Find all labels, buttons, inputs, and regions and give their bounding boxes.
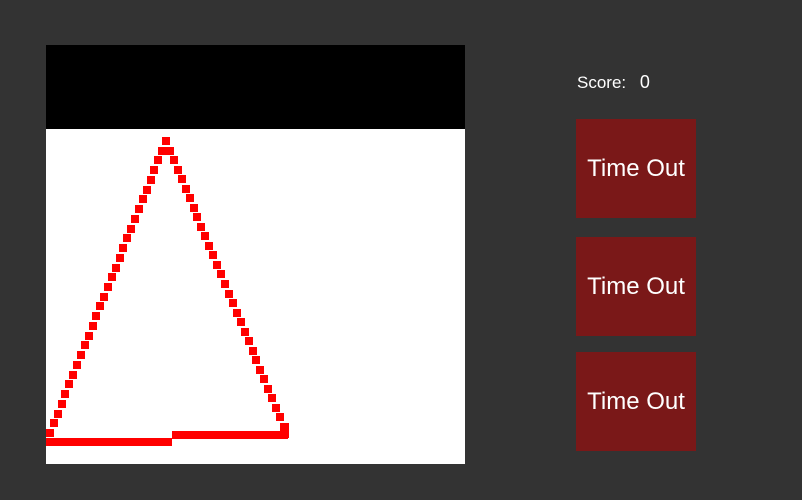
sketch-right-side-block: [162, 137, 170, 145]
sketch-left-side-block: [158, 147, 166, 155]
sketch-right-side-block: [186, 194, 194, 202]
sketch-right-side-block: [170, 156, 178, 164]
sketch-left-side-block: [89, 322, 97, 330]
drawn-triangle-sketch: [46, 137, 289, 446]
answer-button-2[interactable]: Time Out: [576, 237, 696, 336]
sketch-left-side-block: [92, 312, 100, 320]
sketch-base-right-segment: [172, 431, 288, 439]
sketch-left-side-block: [58, 400, 66, 408]
sketch-right-side-block: [245, 337, 253, 345]
sketch-left-side-block: [61, 390, 69, 398]
sketch-right-side-block: [166, 147, 174, 155]
sketch-left-side-block: [96, 302, 104, 310]
sketch-left-side-block: [143, 186, 151, 194]
sketch-left-side-block: [46, 429, 54, 437]
sketch-base-corner: [280, 423, 289, 438]
sketch-left-side-block: [154, 156, 162, 164]
sketch-left-side-block: [50, 419, 58, 427]
sketch-base-left-segment: [46, 438, 172, 446]
sketch-right-side-block: [225, 290, 233, 298]
sketch-left-side-block: [65, 380, 73, 388]
sketch-right-side-block: [217, 270, 225, 278]
sketch-left-side-block: [139, 195, 147, 203]
sketch-right-side-block: [233, 309, 241, 317]
sketch-strokes: [46, 137, 289, 446]
sketch-right-side-block: [264, 385, 272, 393]
sketch-left-side-block: [135, 205, 143, 213]
sketch-right-side-block: [241, 328, 249, 336]
score-value: 0: [639, 72, 650, 92]
sketch-left-side-block: [54, 410, 62, 418]
sketch-right-side-block: [221, 280, 229, 288]
sketch-left-side-block: [131, 215, 139, 223]
sketch-right-side-block: [249, 347, 257, 355]
sketch-right-side-block: [201, 232, 209, 240]
answer-button-1-label: Time Out: [587, 154, 685, 182]
sketch-right-side-block: [252, 356, 260, 364]
sketch-left-side-block: [104, 283, 112, 291]
sketch-left-side-block: [85, 332, 93, 340]
sketch-right-side-block: [190, 204, 198, 212]
drawing-board[interactable]: [46, 45, 465, 464]
sketch-left-side-block: [77, 351, 85, 359]
sketch-right-side-block: [260, 375, 268, 383]
sketch-right-side-block: [268, 394, 276, 402]
sketch-right-side-block: [276, 413, 284, 421]
sketch-left-side-block: [100, 293, 108, 301]
sketch-left-side-block: [73, 361, 81, 369]
sketch-right-side-block: [237, 318, 245, 326]
sketch-left-side-block: [123, 234, 131, 242]
sketch-right-side-block: [182, 185, 190, 193]
sketch-left-side-block: [119, 244, 127, 252]
sketch-left-side-block: [150, 166, 158, 174]
sketch-left-side-block: [108, 273, 116, 281]
answer-button-1[interactable]: Time Out: [576, 119, 696, 218]
score-label: Score:: [577, 73, 627, 92]
sketch-right-side-block: [209, 251, 217, 259]
game-screen: Score: 0 Time Out Time Out Time Out: [0, 0, 802, 500]
answer-button-3-label: Time Out: [587, 387, 685, 415]
answer-button-2-label: Time Out: [587, 272, 685, 300]
sketch-right-side-block: [197, 223, 205, 231]
sketch-right-side-block: [205, 242, 213, 250]
sketch-right-side-block: [213, 261, 221, 269]
sketch-left-side-block: [81, 341, 89, 349]
sketch-right-side-block: [193, 213, 201, 221]
sketch-right-side-block: [272, 404, 280, 412]
answer-button-3[interactable]: Time Out: [576, 352, 696, 451]
sketch-right-side-block: [256, 366, 264, 374]
sketch-right-side-block: [174, 166, 182, 174]
sketch-left-side-block: [116, 254, 124, 262]
sketch-left-side-block: [112, 264, 120, 272]
sketch-right-side-block: [178, 175, 186, 183]
sketch-left-side-block: [127, 225, 135, 233]
sketch-left-side-block: [147, 176, 155, 184]
score-display: Score: 0: [577, 71, 650, 94]
sketch-left-side-block: [69, 371, 77, 379]
sketch-right-side-block: [229, 299, 237, 307]
